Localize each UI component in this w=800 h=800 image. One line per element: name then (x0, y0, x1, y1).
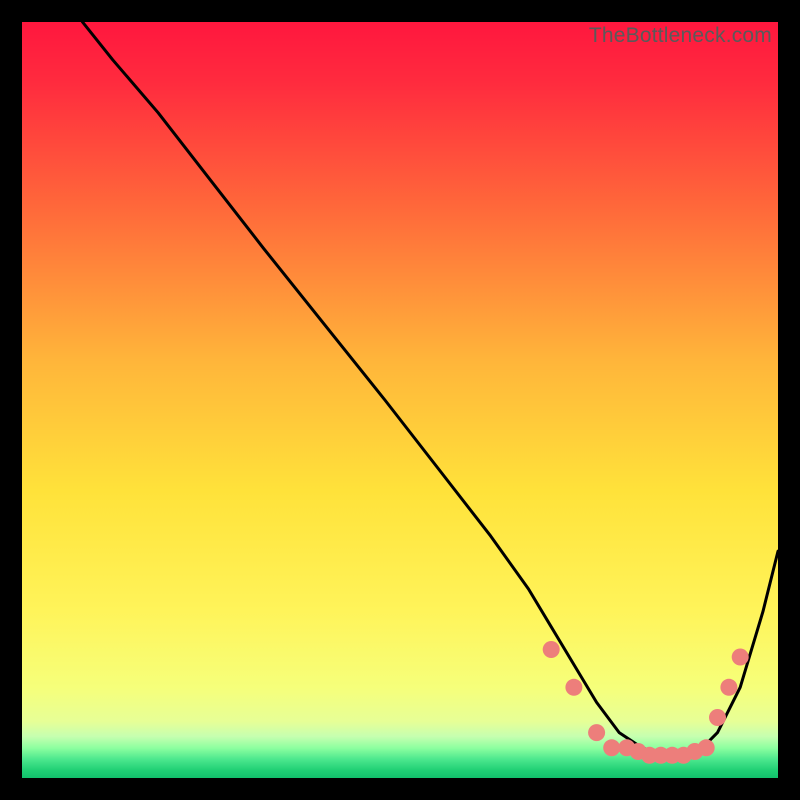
chart-background (22, 22, 778, 778)
data-point-11 (698, 739, 715, 756)
data-point-14 (732, 649, 749, 666)
data-point-12 (709, 709, 726, 726)
chart-svg (22, 22, 778, 778)
data-point-2 (588, 724, 605, 741)
data-point-0 (543, 641, 560, 658)
data-point-3 (603, 739, 620, 756)
data-point-1 (565, 679, 582, 696)
chart-frame: TheBottleneck.com (22, 22, 778, 778)
watermark-text: TheBottleneck.com (589, 24, 772, 48)
data-point-13 (720, 679, 737, 696)
